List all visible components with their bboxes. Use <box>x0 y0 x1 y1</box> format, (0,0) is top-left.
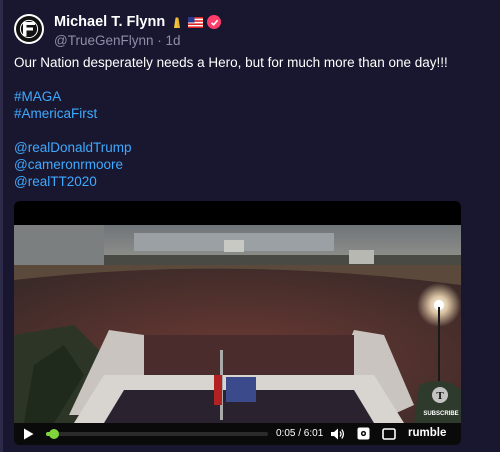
author-name[interactable]: Michael T. Flynn <box>54 14 165 30</box>
author-handle[interactable]: @TrueGenFlynn <box>54 33 154 48</box>
video-controls: 0:05 / 6:01 rumble <box>14 423 461 445</box>
mention-link[interactable]: @realDonaldTrump <box>14 139 484 156</box>
svg-text:T: T <box>436 390 444 402</box>
watermark-label: SUBSCRIBE <box>423 411 458 417</box>
settings-icon[interactable] <box>357 427 370 440</box>
avatar[interactable] <box>14 14 44 44</box>
mention-link[interactable]: @cameronrmoore <box>14 156 484 173</box>
post-content: Our Nation desperately needs a Hero, but… <box>14 54 484 190</box>
author-name-row: Michael T. Flynn <box>54 14 222 30</box>
fullscreen-icon[interactable] <box>382 428 396 440</box>
channel-watermark-icon: T <box>432 387 448 403</box>
post-age[interactable]: 1d <box>166 33 181 48</box>
play-button[interactable] <box>23 428 34 440</box>
rumble-brand-link[interactable]: rumble <box>408 427 446 439</box>
feed-left-border <box>0 0 3 452</box>
pray-icon <box>169 15 184 30</box>
time-display: 0:05 / 6:01 <box>276 428 324 439</box>
post-text: Our Nation desperately needs a Hero, but… <box>14 55 448 70</box>
progress-thumb[interactable] <box>49 429 59 439</box>
meta-separator: · <box>157 33 162 48</box>
post-header: Michael T. Flynn @TrueGenFlynn · 1d <box>14 12 474 52</box>
us-flag-icon <box>188 15 204 30</box>
volume-icon[interactable] <box>331 428 345 440</box>
avatar-logo-icon <box>16 16 42 42</box>
post-card: Michael T. Flynn @TrueGenFlynn · 1d Our … <box>14 0 484 452</box>
verified-badge-icon <box>207 15 222 29</box>
progress-track[interactable] <box>46 429 268 439</box>
video-frame[interactable]: T SUBSCRIBE <box>14 225 461 423</box>
mention-link[interactable]: @realTT2020 <box>14 173 484 190</box>
video-player[interactable]: T SUBSCRIBE 0:05 / 6:01 rumble <box>14 201 461 445</box>
author-meta: @TrueGenFlynn · 1d <box>54 33 181 48</box>
hashtag-link[interactable]: #AmericaFirst <box>14 105 484 122</box>
hashtag-link[interactable]: #MAGA <box>14 88 484 105</box>
